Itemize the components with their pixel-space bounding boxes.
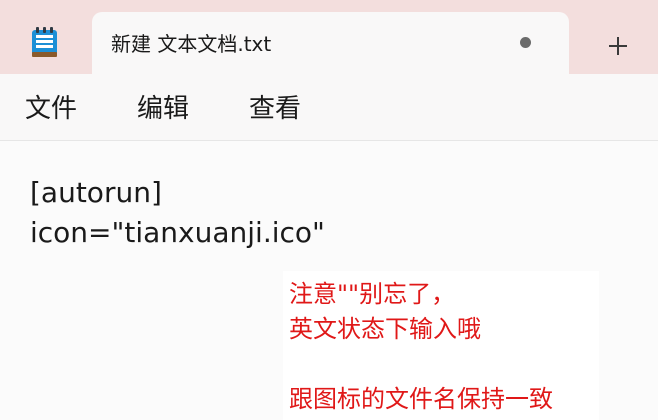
unsaved-dot-icon[interactable]	[520, 37, 531, 48]
editor-line-2: icon="tianxuanji.ico"	[30, 216, 325, 249]
editor-line-1: [autorun]	[30, 176, 162, 209]
new-tab-button[interactable]	[598, 26, 638, 66]
tab-active-document[interactable]: 新建 文本文档.txt	[92, 12, 569, 74]
notepad-icon	[32, 27, 57, 57]
annotation-note: 注意""别忘了， 英文状态下输入哦 跟图标的文件名保持一致	[283, 271, 599, 420]
menu-edit[interactable]: 编辑	[137, 92, 189, 126]
annotation-line-3: 跟图标的文件名保持一致	[289, 385, 553, 413]
menu-file[interactable]: 文件	[25, 92, 77, 126]
annotation-line-2: 英文状态下输入哦	[289, 315, 481, 343]
annotation-line-1: 注意""别忘了，	[289, 280, 456, 308]
tab-strip: 新建 文本文档.txt	[0, 0, 658, 74]
plus-icon	[609, 37, 627, 55]
tab-title: 新建 文本文档.txt	[111, 32, 272, 56]
menu-bar: 文件 编辑 查看	[0, 74, 658, 141]
menu-view[interactable]: 查看	[249, 92, 301, 126]
